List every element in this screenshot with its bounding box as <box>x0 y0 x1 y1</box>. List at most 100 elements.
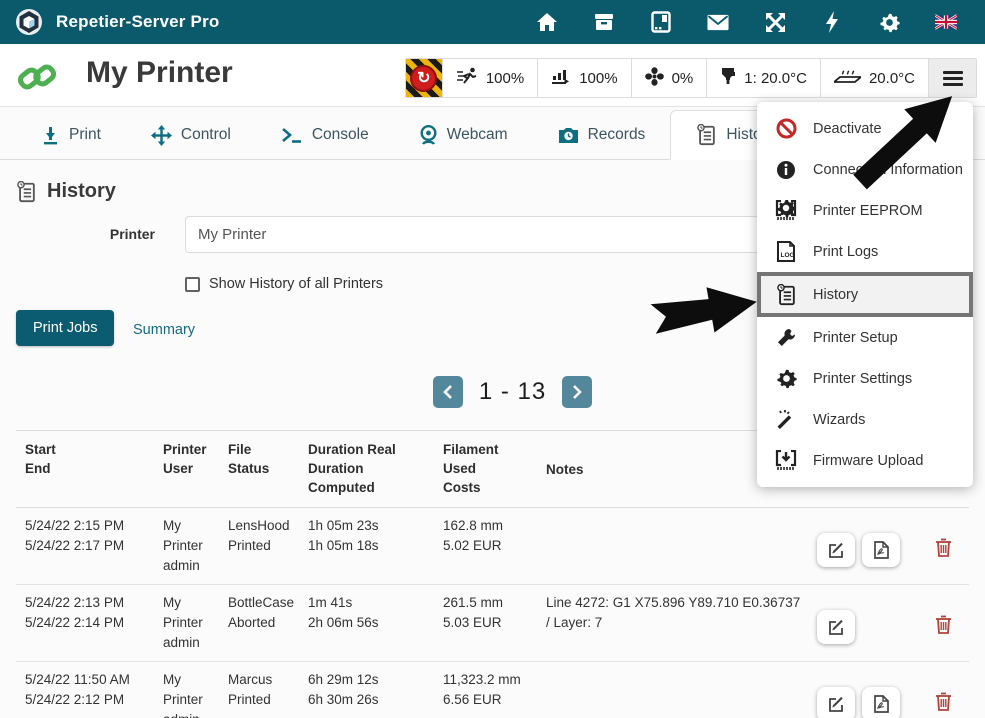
menu-item-firmware-upload[interactable]: Firmware Upload <box>757 440 973 481</box>
menu-item-label: Printer Settings <box>813 371 912 387</box>
bed-temp-value: 20.0°C <box>869 70 915 87</box>
flow-value: 100% <box>579 70 617 87</box>
app-title: Repetier-Server Pro <box>56 12 219 32</box>
job-duration-real: 1m 41s <box>308 595 352 610</box>
menu-item-printer-eeprom[interactable]: Printer EEPROM <box>757 190 973 231</box>
menu-item-label: Wizards <box>813 412 865 428</box>
job-costs: 5.03 EUR <box>443 613 530 633</box>
chevron-left-icon <box>443 385 453 399</box>
job-file: LensHood <box>228 518 290 533</box>
show-all-printers-checkbox[interactable] <box>185 277 200 292</box>
edit-notes-button[interactable] <box>817 687 855 718</box>
job-filament: 11,323.2 mm <box>443 672 521 687</box>
column-header-filament-costs: Filament UsedCosts <box>435 431 538 507</box>
menu-item-deactivate[interactable]: Deactivate <box>757 108 973 149</box>
delete-job-button[interactable] <box>931 534 956 564</box>
pagination-range: 1 - 13 <box>479 378 546 406</box>
flow-status[interactable]: 100% <box>537 59 630 97</box>
fullscreen-icon[interactable] <box>764 11 786 33</box>
language-flag-uk-icon[interactable] <box>935 11 957 33</box>
menu-item-print-logs[interactable]: LOG Print Logs <box>757 231 973 272</box>
emergency-stop-button[interactable]: ↻ <box>406 59 442 97</box>
edit-pencil-icon <box>828 542 845 559</box>
edit-pencil-icon <box>828 696 845 713</box>
fan-value: 0% <box>672 70 694 87</box>
printer-dropdown-menu: Deactivate Connection Information Printe… <box>757 102 973 487</box>
menu-item-history[interactable]: History <box>757 272 973 317</box>
mail-icon[interactable] <box>707 11 729 33</box>
job-user: admin <box>163 556 212 576</box>
job-duration-computed: 1h 05m 18s <box>308 536 427 556</box>
move-arrows-icon <box>151 125 172 146</box>
clipboard-history-icon <box>774 284 798 306</box>
terminal-prompt-icon <box>281 127 303 143</box>
delete-job-button[interactable] <box>931 611 956 641</box>
job-filament: 162.8 mm <box>443 518 503 533</box>
archive-box-icon[interactable] <box>593 11 615 33</box>
show-all-printers-option[interactable]: Show History of all Printers <box>185 276 383 292</box>
job-status: Printed <box>228 690 292 710</box>
annotation-arrow-history-item <box>645 278 770 338</box>
menu-item-printer-setup[interactable]: Printer Setup <box>757 317 973 358</box>
job-start: 5/24/22 11:50 AM <box>25 672 130 687</box>
deactivate-slash-circle-icon <box>774 118 798 139</box>
job-printer: My Printer <box>163 518 203 553</box>
settings-gear-icon <box>774 368 798 389</box>
tab-label: Print <box>69 126 101 144</box>
pdf-report-button[interactable] <box>862 687 900 718</box>
summary-button[interactable]: Summary <box>125 318 203 342</box>
column-header-start-end: StartEnd <box>16 431 155 507</box>
bed-temp-status[interactable]: 20.0°C <box>820 59 928 97</box>
home-icon[interactable] <box>536 11 558 33</box>
menu-item-printer-settings[interactable]: Printer Settings <box>757 358 973 399</box>
print-nozzle-icon <box>41 126 60 145</box>
tab-console[interactable]: Console <box>256 111 394 159</box>
repetier-server-page: Repetier-Server Pro <box>0 0 985 718</box>
tab-label: Webcam <box>447 126 508 144</box>
flow-icon <box>551 67 571 89</box>
history-heading: History <box>16 180 116 203</box>
edit-notes-button[interactable] <box>817 533 855 567</box>
menu-item-wizards[interactable]: Wizards <box>757 399 973 440</box>
tablet-icon[interactable] <box>650 11 672 33</box>
tab-print[interactable]: Print <box>16 111 126 159</box>
menu-item-connection-information[interactable]: Connection Information <box>757 149 973 190</box>
job-duration-real: 6h 29m 12s <box>308 672 379 687</box>
show-all-printers-label: Show History of all Printers <box>209 276 383 292</box>
print-jobs-button[interactable]: Print Jobs <box>16 310 114 346</box>
previous-page-button[interactable] <box>433 376 463 408</box>
repetier-logo-icon[interactable] <box>14 7 44 37</box>
job-duration-computed: 6h 30m 26s <box>308 690 427 710</box>
fan-status[interactable]: 0% <box>631 59 707 97</box>
tab-records[interactable]: Records <box>533 111 671 159</box>
pdf-report-button[interactable] <box>862 533 900 567</box>
emergency-stop-icon: ↻ <box>410 65 437 92</box>
job-start: 5/24/22 2:15 PM <box>25 518 124 533</box>
extruder-temp-status[interactable]: 1: 20.0°C <box>706 59 820 97</box>
tab-webcam[interactable]: Webcam <box>394 111 533 159</box>
extruder-temp-value: 1: 20.0°C <box>744 70 807 87</box>
power-bolt-icon[interactable] <box>821 11 843 33</box>
speed-icon <box>456 67 478 89</box>
printer-select-value: My Printer <box>198 226 266 243</box>
job-duration-real: 1h 05m 23s <box>308 518 379 533</box>
next-page-button[interactable] <box>562 376 592 408</box>
job-end: 5/24/22 2:14 PM <box>25 613 147 633</box>
webcam-icon <box>419 125 438 145</box>
table-row: 5/24/22 2:13 PM5/24/22 2:14 PM My Printe… <box>16 585 969 662</box>
pdf-file-icon <box>874 695 889 713</box>
tab-control[interactable]: Control <box>126 111 256 159</box>
firmware-chip-download-icon <box>774 450 798 471</box>
history-heading-label: History <box>47 180 116 203</box>
pdf-file-icon <box>874 541 889 559</box>
edit-notes-button[interactable] <box>817 610 855 644</box>
delete-job-button[interactable] <box>931 688 956 718</box>
extruder-icon <box>720 67 736 89</box>
printer-status-toolbar: ↻ 100% <box>405 58 977 98</box>
speed-status[interactable]: 100% <box>442 59 537 97</box>
hamburger-menu-icon <box>943 68 963 89</box>
settings-gear-icon[interactable] <box>878 11 900 33</box>
printer-menu-button[interactable] <box>928 59 976 97</box>
menu-item-label: Connection Information <box>813 162 963 178</box>
info-circle-icon <box>774 160 798 180</box>
